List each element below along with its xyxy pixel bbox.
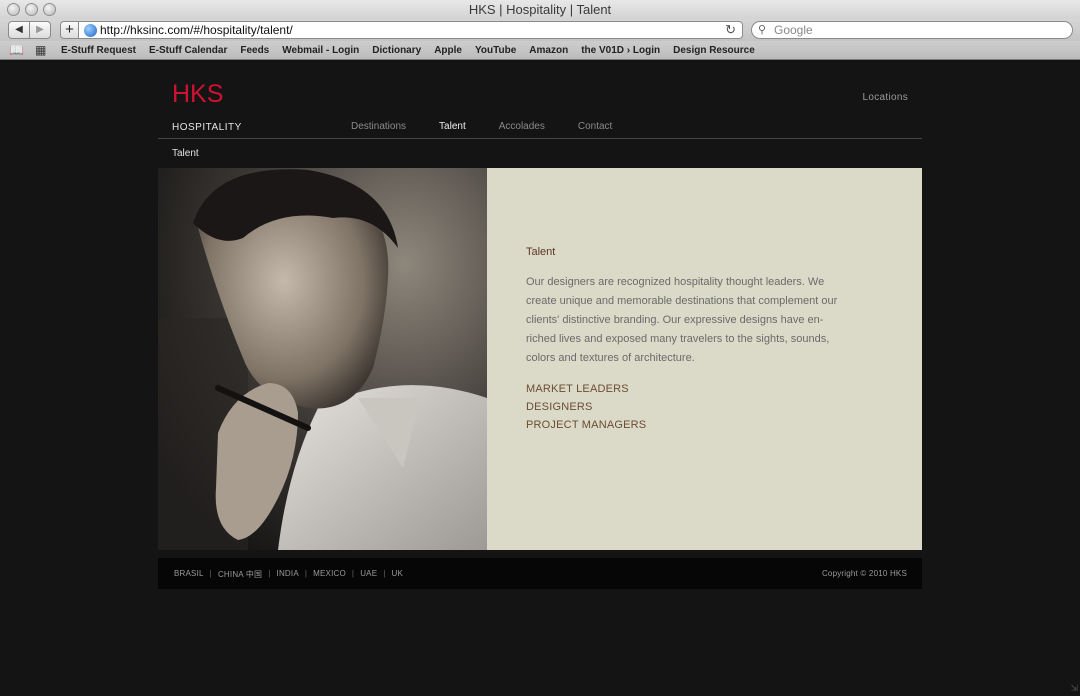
country-india[interactable]: INDIA [277, 569, 299, 580]
bookmark-youtube[interactable]: YouTube [475, 44, 516, 57]
nav-accolades[interactable]: Accolades [499, 121, 545, 132]
search-icon: ⚲ [758, 24, 767, 36]
close-window-button[interactable] [7, 3, 20, 16]
bookmark-e-stuff-request[interactable]: E-Stuff Request [61, 44, 136, 57]
country-links: BRASIL | CHINA 中国 | INDIA | MEXICO | UAE… [174, 569, 403, 580]
country-separator: | [304, 569, 308, 578]
web-page: HKS Locations HOSPITALITY Destinations T… [0, 61, 1080, 696]
country-separator: | [383, 569, 386, 578]
minimize-window-button[interactable] [25, 3, 38, 16]
bookmark-dictionary[interactable]: Dictionary [372, 44, 421, 57]
country-uk[interactable]: UK [392, 569, 404, 580]
panel-body: Our designers are recognized hospitality… [526, 276, 838, 364]
back-button[interactable]: ◀ [9, 22, 29, 38]
country-separator: | [268, 569, 271, 578]
nav-divider [158, 138, 922, 139]
browser-toolbar: ◀ ▶ + http://hksinc.com/#/hospitality/ta… [0, 19, 1080, 41]
history-nav: ◀ ▶ [8, 21, 51, 39]
bookmarks-list: E-Stuff Request E-Stuff Calendar Feeds W… [61, 44, 755, 57]
hks-logo[interactable]: HKS [172, 80, 223, 108]
bookmark-e-stuff-calendar[interactable]: E-Stuff Calendar [149, 44, 227, 57]
talent-content-panel: Talent Our designers are recognized hosp… [487, 168, 922, 550]
search-placeholder[interactable]: Google [774, 23, 813, 38]
address-text[interactable]: http://hksinc.com/#/hospitality/talent/ [100, 23, 293, 38]
nav-contact[interactable]: Contact [578, 121, 612, 132]
window-title: HKS | Hospitality | Talent [468, 2, 612, 17]
site-footer: BRASIL | CHINA 中国 | INDIA | MEXICO | UAE… [158, 558, 922, 589]
add-bookmark-button[interactable]: + [60, 21, 79, 39]
country-mexico[interactable]: MEXICO [313, 569, 346, 580]
reload-icon[interactable]: ↻ [725, 22, 736, 38]
bookmark-feeds[interactable]: Feeds [240, 44, 269, 57]
link-project-managers[interactable]: PROJECT MANAGERS [526, 416, 646, 434]
nav-talent[interactable]: Talent [439, 121, 466, 132]
copyright-text: Copyright © 2010 HKS [821, 569, 907, 578]
window-titlebar: HKS | Hospitality | Talent [0, 0, 1080, 19]
bookmarks-bar: 📖 ▦ E-Stuff Request E-Stuff Calendar Fee… [0, 41, 1080, 60]
bookmark-apple[interactable]: Apple [434, 44, 462, 57]
globe-icon [84, 24, 97, 37]
bookmark-amazon[interactable]: Amazon [529, 44, 568, 57]
link-market-leaders[interactable]: MARKET LEADERS [526, 380, 646, 398]
open-book-icon[interactable]: 📖 [9, 44, 24, 57]
resize-handle-icon[interactable]: ⇲ [1070, 683, 1078, 694]
link-designers[interactable]: DESIGNERS [526, 398, 646, 416]
bookmark-design-resource[interactable]: Design Resource [673, 44, 755, 57]
designer-portrait-photo [158, 168, 487, 550]
grid-icon[interactable]: ▦ [35, 44, 46, 57]
breadcrumb: Talent [172, 148, 199, 159]
bookmark-webmail-login[interactable]: Webmail - Login [282, 44, 359, 57]
nav-destinations[interactable]: Destinations [351, 121, 406, 132]
zoom-window-button[interactable] [43, 3, 56, 16]
country-separator: | [209, 569, 212, 578]
country-separator: | [351, 569, 355, 578]
address-bar[interactable]: http://hksinc.com/#/hospitality/talent/ … [79, 21, 743, 39]
panel-title: Talent [526, 246, 556, 258]
country-uae[interactable]: UAE [360, 569, 377, 580]
locations-link[interactable]: Locations [862, 92, 908, 103]
forward-button[interactable]: ▶ [29, 22, 50, 38]
main-nav: Destinations Talent Accolades Contact [351, 121, 645, 132]
bookmark-v01d-login[interactable]: the V01D › Login [581, 44, 660, 57]
country-brasil[interactable]: BRASIL [174, 569, 204, 580]
talent-links: MARKET LEADERS DESIGNERS PROJECT MANAGER… [526, 380, 646, 434]
search-field[interactable]: ⚲ Google [751, 21, 1073, 39]
country-china[interactable]: CHINA 中国 [218, 569, 262, 580]
section-label[interactable]: HOSPITALITY [172, 122, 242, 133]
